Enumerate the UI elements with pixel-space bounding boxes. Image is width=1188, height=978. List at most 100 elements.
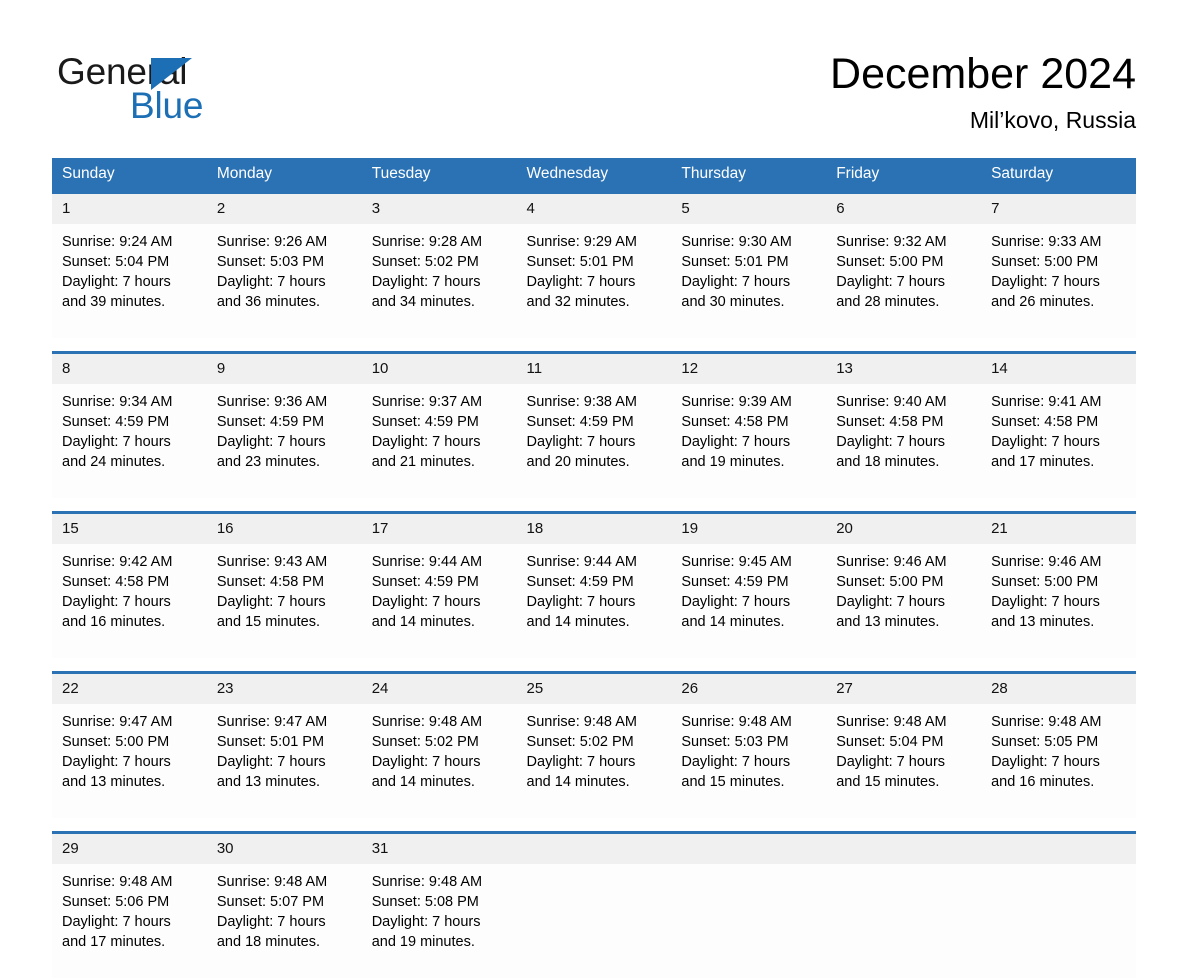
- sunset-text: Sunset: 4:59 PM: [217, 412, 354, 432]
- day-number[interactable]: 21: [981, 513, 1136, 545]
- day-number[interactable]: 18: [517, 513, 672, 545]
- day-cell[interactable]: Sunrise: 9:48 AM Sunset: 5:06 PM Dayligh…: [52, 864, 207, 978]
- sunrise-text: Sunrise: 9:36 AM: [217, 392, 354, 412]
- day-number[interactable]: 12: [671, 353, 826, 385]
- sunrise-text: Sunrise: 9:32 AM: [836, 232, 973, 252]
- day-cell[interactable]: Sunrise: 9:47 AM Sunset: 5:01 PM Dayligh…: [207, 704, 362, 818]
- sunset-text: Sunset: 5:00 PM: [991, 252, 1128, 272]
- day-number[interactable]: 5: [671, 193, 826, 225]
- day-cell[interactable]: Sunrise: 9:47 AM Sunset: 5:00 PM Dayligh…: [52, 704, 207, 818]
- day-cell[interactable]: Sunrise: 9:30 AM Sunset: 5:01 PM Dayligh…: [671, 224, 826, 338]
- sunrise-text: Sunrise: 9:33 AM: [991, 232, 1128, 252]
- day-number[interactable]: 13: [826, 353, 981, 385]
- sunrise-text: Sunrise: 9:47 AM: [62, 712, 199, 732]
- day-number[interactable]: 9: [207, 353, 362, 385]
- day-number[interactable]: 8: [52, 353, 207, 385]
- week-detail-row: Sunrise: 9:42 AM Sunset: 4:58 PM Dayligh…: [52, 544, 1136, 658]
- sunset-text: Sunset: 4:58 PM: [681, 412, 818, 432]
- day-cell[interactable]: Sunrise: 9:39 AM Sunset: 4:58 PM Dayligh…: [671, 384, 826, 498]
- sunrise-text: Sunrise: 9:44 AM: [527, 552, 664, 572]
- day-number[interactable]: 4: [517, 193, 672, 225]
- calendar-header-row: Sunday Monday Tuesday Wednesday Thursday…: [52, 158, 1136, 193]
- week-daynumber-row: 8 9 10 11 12 13 14: [52, 353, 1136, 385]
- day-cell[interactable]: Sunrise: 9:48 AM Sunset: 5:03 PM Dayligh…: [671, 704, 826, 818]
- day-number[interactable]: 25: [517, 673, 672, 705]
- day-cell[interactable]: Sunrise: 9:46 AM Sunset: 5:00 PM Dayligh…: [826, 544, 981, 658]
- day-number[interactable]: 3: [362, 193, 517, 225]
- week-detail-row: Sunrise: 9:47 AM Sunset: 5:00 PM Dayligh…: [52, 704, 1136, 818]
- sunrise-text: Sunrise: 9:48 AM: [681, 712, 818, 732]
- sunrise-text: Sunrise: 9:43 AM: [217, 552, 354, 572]
- day-cell[interactable]: Sunrise: 9:42 AM Sunset: 4:58 PM Dayligh…: [52, 544, 207, 658]
- sunset-text: Sunset: 4:58 PM: [62, 572, 199, 592]
- day-number[interactable]: 22: [52, 673, 207, 705]
- day-number[interactable]: 10: [362, 353, 517, 385]
- day-cell[interactable]: Sunrise: 9:37 AM Sunset: 4:59 PM Dayligh…: [362, 384, 517, 498]
- week-daynumber-row: 15 16 17 18 19 20 21: [52, 513, 1136, 545]
- daylight-text: Daylight: 7 hours and 17 minutes.: [991, 432, 1128, 472]
- day-number[interactable]: 16: [207, 513, 362, 545]
- week-detail-row: Sunrise: 9:24 AM Sunset: 5:04 PM Dayligh…: [52, 224, 1136, 338]
- daylight-text: Daylight: 7 hours and 13 minutes.: [836, 592, 973, 632]
- sunrise-text: Sunrise: 9:46 AM: [991, 552, 1128, 572]
- sunset-text: Sunset: 5:00 PM: [836, 572, 973, 592]
- sunset-text: Sunset: 5:08 PM: [372, 892, 509, 912]
- day-cell[interactable]: Sunrise: 9:46 AM Sunset: 5:00 PM Dayligh…: [981, 544, 1136, 658]
- day-cell[interactable]: Sunrise: 9:34 AM Sunset: 4:59 PM Dayligh…: [52, 384, 207, 498]
- daylight-text: Daylight: 7 hours and 13 minutes.: [62, 752, 199, 792]
- day-cell[interactable]: Sunrise: 9:48 AM Sunset: 5:08 PM Dayligh…: [362, 864, 517, 978]
- day-number[interactable]: 29: [52, 833, 207, 865]
- day-cell[interactable]: Sunrise: 9:36 AM Sunset: 4:59 PM Dayligh…: [207, 384, 362, 498]
- daylight-text: Daylight: 7 hours and 36 minutes.: [217, 272, 354, 312]
- day-cell[interactable]: Sunrise: 9:41 AM Sunset: 4:58 PM Dayligh…: [981, 384, 1136, 498]
- day-cell[interactable]: Sunrise: 9:45 AM Sunset: 4:59 PM Dayligh…: [671, 544, 826, 658]
- day-cell[interactable]: Sunrise: 9:26 AM Sunset: 5:03 PM Dayligh…: [207, 224, 362, 338]
- day-number[interactable]: 19: [671, 513, 826, 545]
- day-cell[interactable]: Sunrise: 9:40 AM Sunset: 4:58 PM Dayligh…: [826, 384, 981, 498]
- title-block: December 2024 Mil’kovo, Russia: [830, 48, 1136, 134]
- day-number[interactable]: 14: [981, 353, 1136, 385]
- day-number[interactable]: 23: [207, 673, 362, 705]
- day-number[interactable]: 2: [207, 193, 362, 225]
- day-cell[interactable]: Sunrise: 9:44 AM Sunset: 4:59 PM Dayligh…: [517, 544, 672, 658]
- day-cell[interactable]: Sunrise: 9:44 AM Sunset: 4:59 PM Dayligh…: [362, 544, 517, 658]
- calendar-body: 1 2 3 4 5 6 7 Sunrise: 9:24 AM Sunset: 5…: [52, 193, 1136, 978]
- day-cell[interactable]: Sunrise: 9:24 AM Sunset: 5:04 PM Dayligh…: [52, 224, 207, 338]
- daylight-text: Daylight: 7 hours and 30 minutes.: [681, 272, 818, 312]
- day-cell[interactable]: Sunrise: 9:48 AM Sunset: 5:05 PM Dayligh…: [981, 704, 1136, 818]
- sunrise-text: Sunrise: 9:39 AM: [681, 392, 818, 412]
- day-number[interactable]: 27: [826, 673, 981, 705]
- day-cell[interactable]: Sunrise: 9:29 AM Sunset: 5:01 PM Dayligh…: [517, 224, 672, 338]
- day-cell[interactable]: Sunrise: 9:32 AM Sunset: 5:00 PM Dayligh…: [826, 224, 981, 338]
- day-number[interactable]: 17: [362, 513, 517, 545]
- sunrise-text: Sunrise: 9:37 AM: [372, 392, 509, 412]
- day-number[interactable]: 20: [826, 513, 981, 545]
- row-spacer: [52, 658, 1136, 673]
- day-cell[interactable]: Sunrise: 9:48 AM Sunset: 5:02 PM Dayligh…: [517, 704, 672, 818]
- day-cell[interactable]: Sunrise: 9:38 AM Sunset: 4:59 PM Dayligh…: [517, 384, 672, 498]
- day-cell[interactable]: Sunrise: 9:48 AM Sunset: 5:02 PM Dayligh…: [362, 704, 517, 818]
- sunset-text: Sunset: 5:06 PM: [62, 892, 199, 912]
- day-number[interactable]: 1: [52, 193, 207, 225]
- sunset-text: Sunset: 5:00 PM: [62, 732, 199, 752]
- day-number[interactable]: 26: [671, 673, 826, 705]
- day-cell[interactable]: Sunrise: 9:48 AM Sunset: 5:04 PM Dayligh…: [826, 704, 981, 818]
- sunrise-text: Sunrise: 9:48 AM: [372, 872, 509, 892]
- calendar-container: Sunday Monday Tuesday Wednesday Thursday…: [52, 158, 1136, 978]
- day-number[interactable]: 11: [517, 353, 672, 385]
- page-header: General Blue December 2024 Mil’kovo, Rus…: [0, 0, 1188, 150]
- day-number[interactable]: 15: [52, 513, 207, 545]
- day-number[interactable]: 30: [207, 833, 362, 865]
- day-cell-empty: [826, 864, 981, 978]
- day-number[interactable]: 6: [826, 193, 981, 225]
- day-cell[interactable]: Sunrise: 9:28 AM Sunset: 5:02 PM Dayligh…: [362, 224, 517, 338]
- sunrise-text: Sunrise: 9:47 AM: [217, 712, 354, 732]
- day-cell[interactable]: Sunrise: 9:48 AM Sunset: 5:07 PM Dayligh…: [207, 864, 362, 978]
- day-number[interactable]: 31: [362, 833, 517, 865]
- day-number[interactable]: 28: [981, 673, 1136, 705]
- day-cell[interactable]: Sunrise: 9:43 AM Sunset: 4:58 PM Dayligh…: [207, 544, 362, 658]
- day-number[interactable]: 7: [981, 193, 1136, 225]
- location-subtitle: Mil’kovo, Russia: [830, 106, 1136, 134]
- day-number[interactable]: 24: [362, 673, 517, 705]
- day-cell[interactable]: Sunrise: 9:33 AM Sunset: 5:00 PM Dayligh…: [981, 224, 1136, 338]
